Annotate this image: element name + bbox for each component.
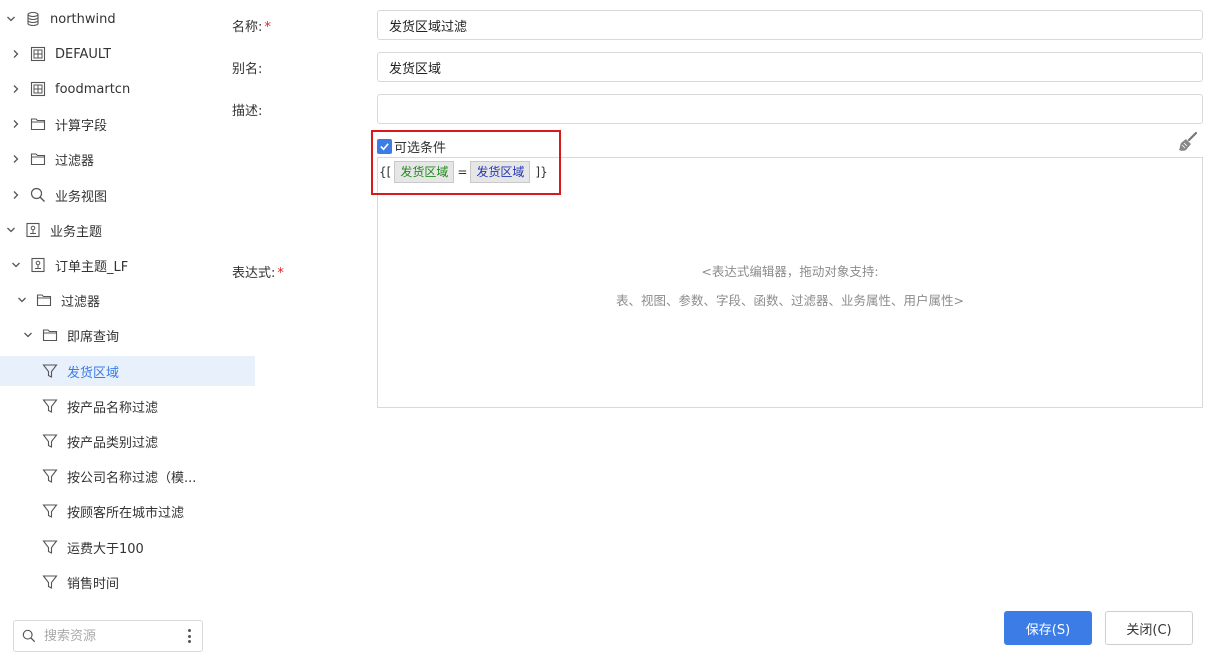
optional-condition-checkbox[interactable] — [377, 139, 392, 154]
folder-icon — [30, 116, 46, 132]
tree-node-label: 订单主题_LF — [55, 259, 129, 275]
filter-icon — [42, 468, 58, 484]
tree-node-filter-by-product-name[interactable]: 按产品名称过滤 — [0, 391, 255, 421]
tree-node-filter-shipping-region[interactable]: 发货区域 — [0, 356, 255, 386]
folder-icon — [42, 327, 58, 343]
expression-label: 表达式: * — [232, 266, 284, 281]
tree-node-label: 过滤器 — [61, 294, 101, 310]
tree-node-label: 按公司名称过滤（模... — [67, 470, 197, 486]
resource-tree-panel: northwind DEFAULT foodmartcn 计算字段 过滤器 业务… — [0, 0, 255, 662]
filter-icon — [42, 503, 58, 519]
filter-icon — [42, 398, 58, 414]
tree-node-label: 运费大于100 — [67, 541, 144, 557]
search-icon — [30, 187, 46, 203]
chevron-right-icon[interactable] — [10, 48, 22, 60]
chevron-down-icon[interactable] — [22, 329, 34, 341]
tree-node-label: 按顾客所在城市过滤 — [67, 505, 185, 521]
tree-node-filter-by-company-name[interactable]: 按公司名称过滤（模... — [0, 461, 255, 491]
chevron-right-icon[interactable] — [10, 118, 22, 130]
tree-node-label: northwind — [50, 11, 116, 27]
tree-node-label: 按产品类别过滤 — [67, 435, 159, 451]
required-mark: * — [264, 20, 271, 35]
tree-node-label: foodmartcn — [55, 81, 131, 97]
tree-node-filter-by-customer-city[interactable]: 按顾客所在城市过滤 — [0, 496, 255, 526]
tree-node-label: 发货区域 — [67, 365, 120, 381]
business-theme-icon — [25, 222, 41, 238]
business-theme-icon — [30, 257, 46, 273]
tree-node-label: DEFAULT — [55, 46, 112, 62]
tree-node-northwind[interactable]: northwind — [0, 4, 218, 34]
optional-condition-label: 可选条件 — [394, 141, 447, 156]
expression-hint-line-1: <表达式编辑器，拖动对象支持: — [701, 264, 879, 279]
name-label: 名称: * — [232, 20, 271, 35]
alias-input[interactable] — [377, 52, 1203, 82]
description-label: 描述: — [232, 104, 263, 119]
resource-search-input[interactable] — [42, 627, 184, 645]
folder-icon — [36, 292, 52, 308]
save-button[interactable]: 保存(S) — [1004, 611, 1092, 645]
more-options-icon[interactable] — [184, 628, 194, 644]
resource-search — [13, 620, 203, 652]
search-icon — [22, 629, 36, 643]
expression-token-left[interactable]: 发货区域 — [394, 161, 455, 183]
tree-node-label: 业务视图 — [55, 189, 108, 205]
filter-icon — [42, 539, 58, 555]
expression-close-brace: ]} — [535, 165, 548, 179]
description-input[interactable] — [377, 94, 1203, 124]
close-button[interactable]: 关闭(C) — [1105, 611, 1193, 645]
expression-open-brace: {[ — [379, 165, 392, 179]
schema-icon — [30, 46, 46, 62]
expression-token-right[interactable]: 发货区域 — [470, 161, 531, 183]
tree-node-label: 业务主题 — [50, 224, 103, 240]
tree-node-ad-hoc-query[interactable]: 即席查询 — [0, 320, 235, 350]
alias-label: 别名: — [232, 62, 263, 77]
chevron-down-icon[interactable] — [16, 294, 28, 306]
expression-hint-line-2: 表、视图、参数、字段、函数、过滤器、业务属性、用户属性> — [616, 293, 964, 308]
schema-icon — [30, 81, 46, 97]
chevron-right-icon[interactable] — [10, 153, 22, 165]
name-input[interactable] — [377, 10, 1203, 40]
chevron-right-icon[interactable] — [10, 83, 22, 95]
filter-icon — [42, 433, 58, 449]
database-icon — [25, 11, 41, 27]
expression-editor[interactable]: {[ 发货区域 = 发货区域 ]} <表达式编辑器，拖动对象支持: 表、视图、参… — [377, 157, 1203, 408]
tree-node-label: 按产品名称过滤 — [67, 400, 159, 416]
expression-content: {[ 发货区域 = 发货区域 ]} — [379, 161, 548, 183]
tree-node-label: 计算字段 — [55, 118, 108, 134]
folder-icon — [30, 151, 46, 167]
tree-node-filter-sales-time[interactable]: 销售时间 — [0, 567, 255, 597]
tree-node-label: 销售时间 — [67, 576, 120, 592]
required-mark: * — [277, 266, 284, 281]
tree-node-order-theme-lf[interactable]: 订单主题_LF — [0, 250, 223, 280]
optional-condition-checkbox-row[interactable]: 可选条件 — [377, 137, 446, 156]
expression-operator: = — [457, 165, 468, 179]
tree-node-filter-freight-over-100[interactable]: 运费大于100 — [0, 532, 255, 562]
tree-node-label: 过滤器 — [55, 153, 95, 169]
brush-clear-icon[interactable] — [1177, 131, 1199, 153]
chevron-down-icon[interactable] — [10, 259, 22, 271]
tree-node-business-themes[interactable]: 业务主题 — [0, 215, 218, 245]
filter-icon — [42, 574, 58, 590]
tree-node-business-views[interactable]: 业务视图 — [0, 180, 223, 210]
chevron-down-icon[interactable] — [5, 224, 17, 236]
tree-node-filter-by-product-category[interactable]: 按产品类别过滤 — [0, 426, 255, 456]
chevron-right-icon[interactable] — [10, 189, 22, 201]
chevron-down-icon[interactable] — [5, 13, 17, 25]
tree-node-label: 即席查询 — [67, 329, 120, 345]
filter-icon — [42, 363, 58, 379]
tree-node-filters[interactable]: 过滤器 — [0, 144, 223, 174]
tree-node-default[interactable]: DEFAULT — [0, 39, 223, 69]
tree-node-theme-filters[interactable]: 过滤器 — [0, 285, 229, 315]
tree-node-calculated-fields[interactable]: 计算字段 — [0, 109, 223, 139]
tree-node-foodmartcn[interactable]: foodmartcn — [0, 74, 223, 104]
